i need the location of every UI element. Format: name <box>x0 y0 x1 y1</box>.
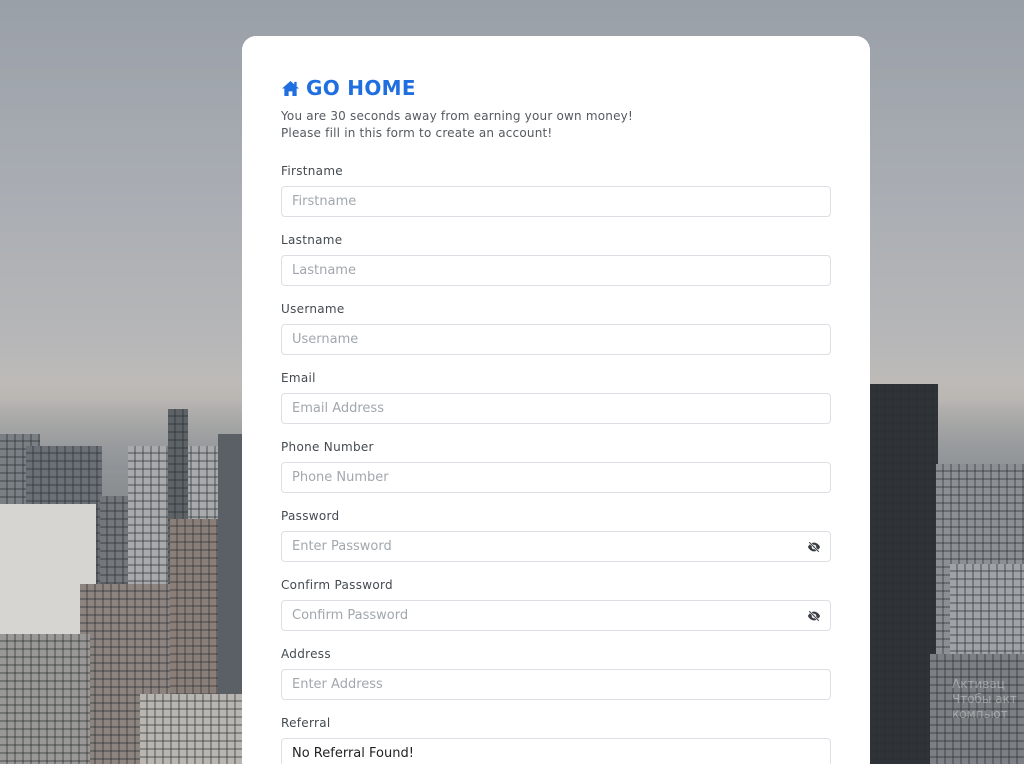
password-field-group: Password <box>281 508 831 562</box>
intro-text: You are 30 seconds away from earning you… <box>281 109 633 140</box>
confirm-password-field-group: Confirm Password <box>281 577 831 631</box>
email-label: Email <box>281 371 316 385</box>
username-input[interactable] <box>281 324 831 355</box>
firstname-label: Firstname <box>281 164 343 178</box>
referral-label: Referral <box>281 716 331 730</box>
username-label: Username <box>281 302 345 316</box>
password-label: Password <box>281 509 340 523</box>
firstname-field-group: Firstname <box>281 163 831 217</box>
phone-field-group: Phone Number <box>281 439 831 493</box>
firstname-input[interactable] <box>281 186 831 217</box>
confirm-password-label: Confirm Password <box>281 578 393 592</box>
referral-input[interactable] <box>281 738 831 764</box>
building <box>870 384 938 764</box>
building <box>140 694 242 764</box>
email-field-group: Email <box>281 370 831 424</box>
confirm-password-input[interactable] <box>281 600 831 631</box>
lastname-label: Lastname <box>281 233 343 247</box>
signup-card: GO HOME You are 30 seconds away from ear… <box>242 36 870 764</box>
home-icon <box>282 80 299 96</box>
address-label: Address <box>281 647 331 661</box>
phone-label: Phone Number <box>281 440 374 454</box>
go-home-label: GO HOME <box>306 76 416 100</box>
phone-input[interactable] <box>281 462 831 493</box>
eye-slash-icon[interactable] <box>807 609 821 623</box>
lastname-field-group: Lastname <box>281 232 831 286</box>
os-activation-watermark: Активац Чтобы акт компьют <box>952 677 1017 721</box>
referral-field-group: Referral <box>281 715 831 764</box>
password-input[interactable] <box>281 531 831 562</box>
eye-slash-icon[interactable] <box>807 540 821 554</box>
address-input[interactable] <box>281 669 831 700</box>
address-field-group: Address <box>281 646 831 700</box>
go-home-link[interactable]: GO HOME <box>281 76 831 100</box>
email-input[interactable] <box>281 393 831 424</box>
username-field-group: Username <box>281 301 831 355</box>
building <box>0 634 90 764</box>
lastname-input[interactable] <box>281 255 831 286</box>
